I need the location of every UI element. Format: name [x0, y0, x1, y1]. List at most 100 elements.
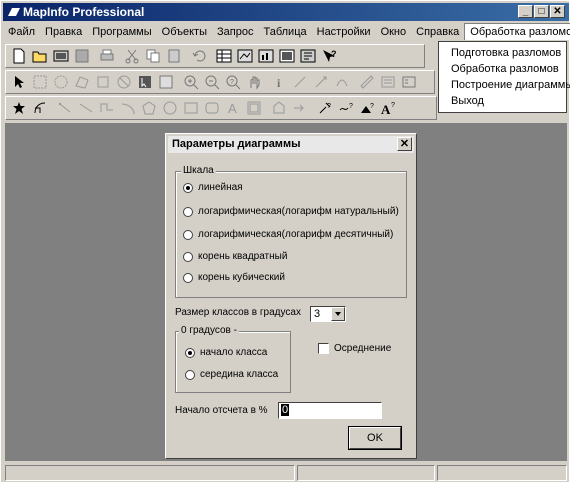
dialog-title: Параметры диаграммы [172, 138, 301, 150]
copy-icon[interactable] [143, 46, 163, 66]
hotlink-icon[interactable] [290, 72, 310, 92]
svg-text:?: ? [331, 49, 337, 59]
zoom-out-icon[interactable] [202, 72, 222, 92]
menu-file[interactable]: Файл [3, 26, 40, 38]
checkbox-box [318, 343, 329, 354]
radio-scale-log10[interactable]: логарифмическая(логарифм десятичный) [183, 229, 393, 240]
polygon-tool-icon[interactable] [139, 98, 159, 118]
undo-icon[interactable] [189, 46, 209, 66]
radius-select-icon[interactable] [51, 72, 71, 92]
radio-scale-sqrt[interactable]: корень квадратный [183, 251, 287, 262]
radio-class-middle[interactable]: середина класса [185, 369, 278, 380]
dialog-title-bar[interactable]: Параметры диаграммы ✕ [168, 136, 414, 153]
menu-objects[interactable]: Объекты [157, 26, 212, 38]
symbol-tool-icon[interactable] [9, 98, 29, 118]
new-graph-icon[interactable] [256, 46, 276, 66]
unselect-icon[interactable] [114, 72, 134, 92]
arc-tool-icon[interactable] [118, 98, 138, 118]
invert-select-icon[interactable] [135, 72, 155, 92]
menu-bar: Файл Правка Программы Объекты Запрос Таб… [3, 22, 570, 41]
radio-label: логарифмическая(логарифм десятичный) [198, 229, 394, 240]
radio-scale-ln[interactable]: логарифмическая(логарифм натуральный) [183, 206, 399, 217]
text-style-icon[interactable]: A? [378, 98, 398, 118]
menu-edit[interactable]: Правка [40, 26, 87, 38]
polygon-select-icon[interactable] [72, 72, 92, 92]
chevron-down-icon[interactable] [331, 307, 345, 321]
zoom-in-icon[interactable] [181, 72, 201, 92]
menu-table[interactable]: Таблица [258, 26, 311, 38]
ok-button[interactable]: OK [349, 427, 401, 449]
ruler-icon[interactable] [357, 72, 377, 92]
region-style-icon[interactable]: ? [357, 98, 377, 118]
ellipse-tool-icon[interactable] [160, 98, 180, 118]
open-workspace-icon[interactable] [51, 46, 71, 66]
new-browser-icon[interactable] [214, 46, 234, 66]
menu-help[interactable]: Справка [411, 26, 464, 38]
menu-settings[interactable]: Настройки [312, 26, 376, 38]
add-node-icon[interactable] [55, 98, 75, 118]
menu-fault-processing[interactable]: Обработка разломов [464, 23, 570, 40]
radio-label: корень квадратный [198, 251, 288, 262]
minimize-button[interactable]: _ [518, 5, 533, 18]
reshape-icon[interactable] [30, 98, 50, 118]
dialog-close-button[interactable]: ✕ [397, 137, 412, 151]
new-layout-icon[interactable] [277, 46, 297, 66]
menu-item-process-faults[interactable]: Обработка разломов [439, 61, 566, 77]
reshape-shape-icon[interactable] [269, 98, 289, 118]
text-tool-icon[interactable]: A [223, 98, 243, 118]
menu-item-prepare-faults[interactable]: Подготовка разломов [439, 45, 566, 61]
open-icon[interactable] [30, 46, 50, 66]
save-icon[interactable] [72, 46, 92, 66]
radio-label: корень кубический [198, 272, 285, 283]
new-icon[interactable] [9, 46, 29, 66]
radio-circle [183, 272, 193, 283]
rounded-rect-tool-icon[interactable] [202, 98, 222, 118]
add-node-arrow-icon[interactable] [290, 98, 310, 118]
drag-map-icon[interactable] [332, 72, 352, 92]
marquee-select-icon[interactable] [30, 72, 50, 92]
paste-icon[interactable] [164, 46, 184, 66]
line-style-icon[interactable]: ? [336, 98, 356, 118]
info-tool-icon[interactable]: i [269, 72, 289, 92]
radio-scale-linear[interactable]: линейная [183, 182, 243, 193]
radio-class-start[interactable]: начало класса [185, 347, 267, 358]
boundary-select-icon[interactable] [93, 72, 113, 92]
grabber-hand-icon[interactable] [244, 72, 264, 92]
menu-item-exit[interactable]: Выход [439, 93, 566, 109]
legend-icon[interactable] [378, 72, 398, 92]
class-size-select[interactable]: 3 [310, 306, 346, 322]
polyline-tool-icon[interactable] [97, 98, 117, 118]
frame-tool-icon[interactable] [244, 98, 264, 118]
status-cell-right [437, 465, 567, 481]
line-tool-icon[interactable] [76, 98, 96, 118]
label-tool-icon[interactable] [311, 72, 331, 92]
menu-window[interactable]: Окно [376, 26, 412, 38]
maximize-button[interactable]: □ [534, 5, 549, 18]
rectangle-tool-icon[interactable] [181, 98, 201, 118]
change-view-icon[interactable]: ? [223, 72, 243, 92]
radio-label: логарифмическая(логарифм натуральный) [198, 206, 399, 217]
zero-degree-group [175, 331, 291, 393]
menu-item-build-diagram[interactable]: Построение диаграммы [439, 77, 570, 93]
cut-icon[interactable] [122, 46, 142, 66]
averaging-checkbox[interactable]: Осреднение [318, 343, 391, 354]
origin-label: Начало отсчета в % [175, 405, 268, 416]
radio-circle [183, 229, 193, 240]
symbol-style-icon[interactable]: ? [315, 98, 335, 118]
svg-text:i: i [277, 76, 281, 90]
select-arrow-icon[interactable] [9, 72, 29, 92]
print-icon[interactable] [97, 46, 117, 66]
status-cell-left [5, 465, 295, 481]
help-pointer-icon[interactable]: ? [319, 46, 339, 66]
mapinfo-icon [8, 8, 20, 16]
title-bar[interactable]: MapInfo Professional _ □ ✕ [3, 3, 569, 21]
new-mapper-icon[interactable] [235, 46, 255, 66]
menu-query[interactable]: Запрос [212, 26, 258, 38]
redistrict-icon[interactable] [298, 46, 318, 66]
graph-select-icon[interactable] [156, 72, 176, 92]
menu-programs[interactable]: Программы [87, 26, 156, 38]
radio-scale-cbrt[interactable]: корень кубический [183, 272, 285, 283]
origin-input[interactable]: 0 [278, 402, 382, 419]
statistics-icon[interactable] [399, 72, 419, 92]
close-button[interactable]: ✕ [550, 5, 565, 18]
